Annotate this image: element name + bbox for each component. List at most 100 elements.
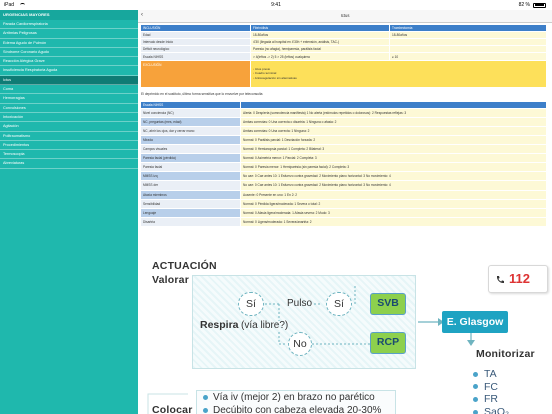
exclusion-item: Anticoagulación sin alternativas	[253, 76, 544, 81]
rcp-button[interactable]: RCP	[370, 332, 406, 354]
sidebar-item[interactable]: Insuficiencia Respiratoria Aguda	[0, 66, 138, 76]
nihss-item-scores: Normal: 0 Parálisis parcial: 1 Desviació…	[240, 134, 547, 146]
sidebar-item[interactable]: Hemorragias	[0, 94, 138, 104]
table-cell: Edad	[140, 30, 251, 39]
si-option-2[interactable]: Sí	[326, 292, 352, 316]
monitor-item: TA	[473, 368, 509, 381]
main-content[interactable]: ‹ Ictus INCLUSIÓN Fibrinólisis Trombecto…	[138, 10, 552, 414]
table-row: Intervalo desde Inicio 4'30 (llegada al h…	[140, 37, 547, 47]
sidebar-item[interactable]: Arritmias Peligrosas	[0, 29, 138, 39]
monitor-item: SaO₂	[473, 406, 509, 414]
table-row: Paresia facial Normal: 0 Paresia menor: 1…	[140, 162, 547, 173]
table-cell: Escala NIHSS	[140, 52, 251, 61]
table-cell: > 4(leftos -> 2) 5 > 25 (leftos) cualqui…	[250, 52, 390, 61]
table-cell	[389, 37, 547, 47]
sidebar-item[interactable]: Agitación	[0, 122, 138, 132]
table-cell: 4'30 (llegada al hospital en 4'30h + ext…	[250, 37, 390, 47]
table-row: Edad 18-80años 18-80años	[140, 30, 547, 39]
table-row: Campos visuales Normal: 0 Hemianopsia par…	[140, 144, 547, 155]
nihss-item-scores: No cae: 0 Cae antes 10: 1 Esfuerzo contr…	[240, 180, 547, 191]
nihss-item-label: Paresia facial	[140, 162, 241, 173]
table-cell: 18-80años	[389, 30, 547, 39]
sidebar-item[interactable]: Procedimientos	[0, 141, 138, 151]
nihss-item-scores: Normal: 0 Hemianopsia parcial: 1 Complet…	[240, 144, 547, 155]
sidebar-item[interactable]: Coma	[0, 85, 138, 95]
nihss-item-label: Nivel conciencia (NC)	[140, 107, 241, 118]
action-diagram: ACTUACIÓN Valorar 112 Sí Pulso Sí No Res…	[138, 244, 552, 414]
nihss-header-row: Escala NIHSS	[140, 100, 547, 109]
sidebar-item[interactable]: Edema Agudo de Pulmón	[0, 39, 138, 48]
clock: 9:41	[271, 2, 281, 8]
nihss-item-scores: Normal: 0 Asimetría menor: 1 Parcial: 2 …	[240, 153, 547, 164]
colocar-list: Vía iv (mejor 2) en brazo no parético Dec…	[196, 390, 396, 414]
bullet-icon	[203, 394, 208, 400]
colocar-item: Vía iv (mejor 2) en brazo no parético	[197, 391, 395, 404]
page-title: Ictus	[340, 13, 350, 18]
pulso-label: Pulso	[287, 298, 313, 309]
nihss-item-label: Disartria	[140, 216, 241, 227]
no-option[interactable]: No	[288, 332, 312, 356]
glasgow-button[interactable]: E. Glasgow	[442, 311, 508, 333]
sidebar-item[interactable]: Síndrome Coronario Agudo	[0, 48, 138, 58]
sidebar-item[interactable]: Termoscopia	[0, 150, 138, 160]
monitor-item: FC	[473, 381, 509, 394]
nihss-table: Escala NIHSS Nivel conciencia (NC) Alerta…	[140, 100, 547, 227]
sidebar-item[interactable]: Parada Cardiorrespiratoria	[0, 20, 138, 30]
nihss-item-scores: Alerta: 0 Despierta (somnolencia manifie…	[240, 107, 547, 118]
table-row: NC, abrir los ojos, dar y cerrar mano Amb…	[140, 125, 547, 136]
table-row: Lenguaje Normal: 0 Afasia ligera/moderada…	[140, 207, 547, 218]
nihss-item-label: Campos visuales	[140, 144, 241, 155]
note-text: El deprimido en el sustituto, último for…	[141, 91, 263, 96]
bullet-icon	[203, 407, 208, 413]
exclusion-label: EXCLUSIÓN	[140, 59, 251, 88]
nihss-item-scores: Normal: 0 Paresia menor: 1 Hemiparésia (…	[240, 162, 547, 173]
table-header	[240, 100, 547, 109]
monitor-item-label: SaO₂	[484, 405, 510, 414]
table-header: INCLUSIÓN	[140, 23, 251, 32]
table-row: Sensibilidad Normal: 0 Pérdida ligera/mod…	[140, 198, 547, 209]
svb-button[interactable]: SVB	[370, 293, 406, 315]
nihss-item-label: NC, abrir los ojos, dar y cerrar mano	[140, 125, 241, 136]
nihss-item-scores: Ambas correctas: 0 Una correcta o disart…	[240, 116, 547, 127]
si-option-1[interactable]: Sí	[238, 292, 264, 316]
monitor-item-label: TA	[484, 368, 497, 380]
table-cell: Paresia (no afagia), hemiparesia, paráli…	[250, 45, 390, 54]
exclusion-row: EXCLUSIÓN Ictus previoCuadro terminalAnt…	[140, 59, 547, 88]
bullet-icon	[473, 409, 478, 414]
inclusion-header-row: INCLUSIÓN Fibrinólisis Trombectomía	[140, 23, 547, 32]
sidebar: URGENCIAS MAYORES Parada Cardiorrespirat…	[0, 10, 138, 414]
nihss-item-scores: Ausente: 0 Presente en uno: 1 En 2: 2	[240, 189, 547, 200]
via-aerea-label: (vía libre?)	[241, 320, 289, 331]
sidebar-item[interactable]: Reacción Alérgica Grave	[0, 57, 138, 67]
table-row: Escala NIHSS > 4(leftos -> 2) 5 > 25 (lef…	[140, 52, 547, 61]
table-row: Déficit neurológico Paresia (no afagia), …	[140, 45, 547, 54]
nav-bar: ‹ Ictus	[138, 10, 552, 23]
bullet-icon	[473, 371, 478, 377]
colocar-item-label: Vía iv (mejor 2) en brazo no parético	[213, 392, 375, 403]
sidebar-item[interactable]: Convulsiones	[0, 104, 138, 113]
nihss-item-scores: Normal: 0 Afasia ligera/moderada: 1 Afas…	[240, 207, 547, 218]
monitor-list: TAFCFRSaO₂T...	[473, 368, 509, 414]
table-row: NC, preguntas (mes, edad) Ambas correctas…	[140, 116, 547, 127]
sidebar-item[interactable]: Abreviaturas	[0, 159, 138, 169]
nihss-item-label: Mirada	[140, 134, 241, 146]
nihss-item-label: Lenguaje	[140, 207, 241, 218]
monitor-item-label: FR	[484, 393, 498, 406]
table-header: Trombectomía	[389, 23, 547, 32]
monitorizar-heading: Monitorizar	[476, 348, 535, 360]
status-bar: iPad 9:41 82 %	[0, 0, 552, 10]
monitor-item-label: FC	[484, 380, 498, 393]
table-cell: ≥ 10	[389, 52, 547, 61]
nihss-item-scores: No cae: 0 Cae antes 10: 1 Esfuerzo contr…	[240, 171, 547, 182]
bullet-icon	[473, 384, 478, 390]
sidebar-item[interactable]: Intoxicación	[0, 113, 138, 123]
table-cell	[389, 45, 547, 54]
table-header: Escala NIHSS	[140, 100, 241, 109]
nihss-item-label: MMSS der	[140, 180, 241, 191]
table-row: Disartria Normal: 0 Ligera/moderada: 1 Se…	[140, 216, 547, 227]
nihss-item-label: Paresia facial (pérdida)	[140, 153, 241, 164]
sidebar-item[interactable]: Ictus	[0, 75, 138, 86]
table-row: Mirada Normal: 0 Parálisis parcial: 1 Des…	[140, 134, 547, 146]
nihss-item-label: Sensibilidad	[140, 198, 241, 209]
sidebar-item[interactable]: Politraumatismo	[0, 132, 138, 141]
